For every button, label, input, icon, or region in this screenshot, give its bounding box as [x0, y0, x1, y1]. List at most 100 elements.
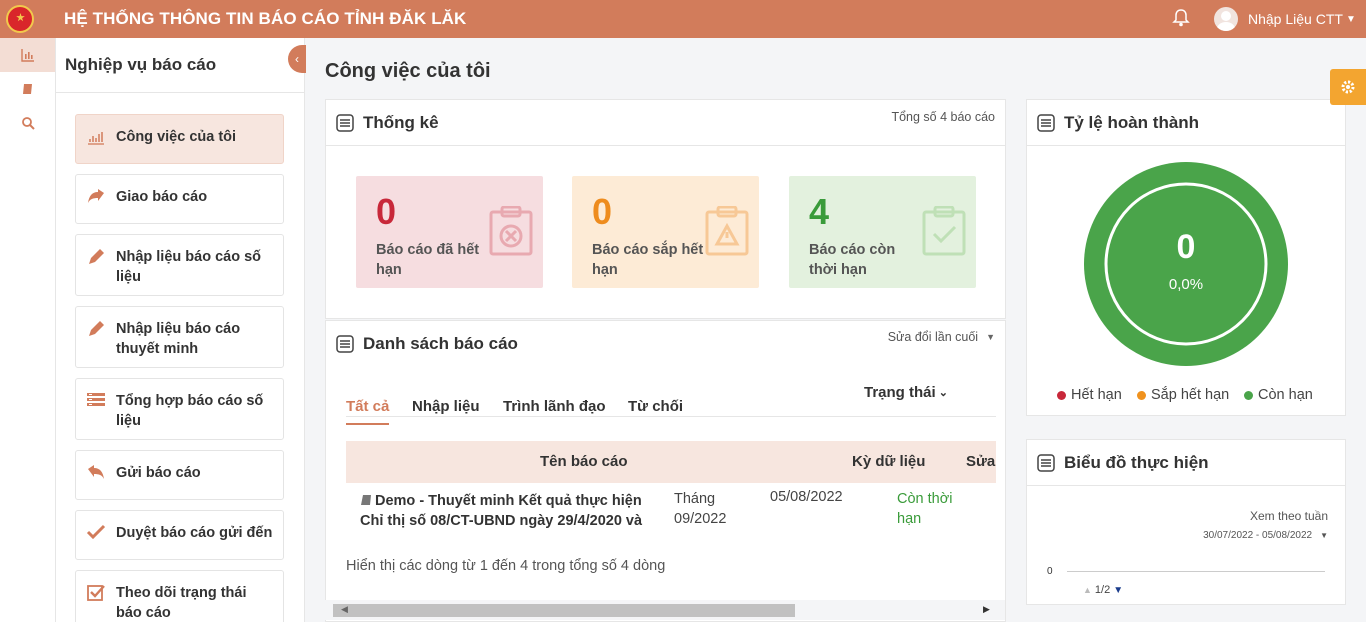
stat-in-time-label: Báo cáo còn thời hạn — [809, 242, 896, 278]
card-icon — [1037, 453, 1055, 472]
stat-due-soon[interactable]: 0 Báo cáo sắp hết hạn — [572, 176, 759, 288]
clipboard-warning-icon — [705, 206, 749, 256]
chevron-down-icon: ▼ — [1320, 531, 1328, 540]
report-list-title: Danh sách báo cáo — [363, 334, 518, 353]
progress-title: Biểu đồ thực hiện — [1064, 452, 1209, 472]
scroll-right-icon[interactable]: ▶ — [983, 604, 990, 615]
sidebar-item-label: Giao báo cáo — [116, 189, 208, 205]
sidebar-item-input-numeric[interactable]: Nhập liệu báo cáo số liệu — [75, 234, 284, 296]
report-date: 05/08/2022 — [770, 489, 843, 505]
legend-label: Còn hạn — [1258, 387, 1313, 403]
pager-next-icon[interactable]: ▼ — [1113, 585, 1123, 596]
book-icon — [22, 84, 32, 94]
tab-leader[interactable]: Trình lãnh đạo — [503, 398, 606, 415]
table-footer: Hiển thị các dòng từ 1 đến 4 trong tổng … — [346, 558, 666, 574]
stats-title: Thống kê — [363, 112, 439, 132]
gear-icon — [1341, 80, 1355, 94]
sidebar-item-label: Nhập liệu báo cáo thuyết minh — [116, 321, 241, 357]
tab-input[interactable]: Nhập liệu — [412, 398, 480, 415]
sidebar-item-label: Theo dõi trạng thái báo cáo — [116, 585, 247, 621]
pencil-icon — [89, 249, 104, 264]
completion-percent: 0,0% — [1168, 276, 1204, 293]
y-axis-zero: 0 — [1047, 566, 1053, 577]
avatar — [1214, 7, 1238, 31]
chart-icon — [88, 132, 104, 145]
bell-icon[interactable] — [1171, 8, 1191, 28]
report-list-card: Danh sách báo cáo Sửa đổi lần cuối ▼ Tất… — [325, 320, 1006, 622]
checkbox-icon — [87, 585, 105, 601]
chevron-down-icon: ▼ — [986, 332, 995, 342]
main-content: Công việc của tôi Thống kê Tổng số 4 báo… — [305, 38, 1366, 622]
emblem-logo — [0, 0, 40, 38]
legend-due-soon[interactable]: Sắp hết hạn — [1137, 387, 1229, 403]
legend-label: Hết hạn — [1071, 387, 1122, 403]
pager-text: 1/2 — [1094, 584, 1111, 596]
settings-button[interactable] — [1330, 69, 1366, 105]
legend-label: Sắp hết hạn — [1151, 387, 1230, 403]
date-range: 30/07/2022 - 05/08/2022 — [1203, 530, 1313, 541]
reply-icon — [88, 465, 104, 479]
chart-baseline — [1067, 571, 1325, 572]
sidebar-title: Nghiệp vụ báo cáo — [56, 38, 304, 93]
rail-item-book[interactable] — [0, 72, 55, 106]
report-status: Còn thời hạn — [897, 491, 953, 527]
view-mode-label: Xem theo tuần — [1249, 509, 1328, 523]
status-filter[interactable]: Trạng thái ⌄ — [864, 384, 948, 401]
sidebar: Nghiệp vụ báo cáo ‹ Công việc của tôi Gi… — [56, 38, 306, 622]
date-range-select[interactable]: 30/07/2022 - 05/08/2022 ▼ — [1203, 530, 1328, 541]
sort-label: Sửa đổi lần cuối — [887, 330, 979, 344]
stat-due-soon-label: Báo cáo sắp hết hạn — [592, 242, 704, 278]
report-period: Tháng 09/2022 — [674, 491, 727, 527]
sidebar-item-send[interactable]: Gửi báo cáo — [75, 450, 284, 500]
app-title: HỆ THỐNG THÔNG TIN BÁO CÁO TỈNH ĐĂK LĂK — [64, 9, 467, 28]
user-menu[interactable]: Nhập Liệu CTT ▼ — [1214, 7, 1356, 31]
icon-rail — [0, 38, 56, 622]
list-icon — [87, 393, 105, 406]
legend-expired[interactable]: Hết hạn — [1057, 387, 1122, 403]
sidebar-item-assign[interactable]: Giao báo cáo — [75, 174, 284, 224]
sidebar-item-track-status[interactable]: Theo dõi trạng thái báo cáo — [75, 570, 284, 622]
completion-value: 0 — [1176, 228, 1196, 266]
search-icon — [21, 117, 35, 130]
pager-prev-icon[interactable]: ▲ — [1083, 585, 1092, 595]
sidebar-item-input-narrative[interactable]: Nhập liệu báo cáo thuyết minh — [75, 306, 284, 368]
clipboard-check-icon — [922, 206, 966, 256]
sidebar-item-label: Gửi báo cáo — [116, 465, 201, 481]
stats-total: Tổng số 4 báo cáo — [891, 110, 995, 124]
sidebar-item-label: Tổng hợp báo cáo số liệu — [116, 393, 264, 429]
pencil-icon — [89, 321, 104, 336]
check-icon — [86, 524, 106, 540]
legend-in-time[interactable]: Còn hạn — [1244, 387, 1313, 403]
table-header: Tên báo cáo Kỳ dữ liệu Sửa — [346, 441, 996, 483]
sidebar-item-summary[interactable]: Tổng hợp báo cáo số liệu — [75, 378, 284, 440]
col-report-name[interactable]: Tên báo cáo — [540, 453, 628, 470]
tab-all[interactable]: Tất cả — [346, 398, 390, 425]
status-filter-label: Trạng thái — [864, 384, 936, 401]
progress-chart-card: Biểu đồ thực hiện Xem theo tuần 30/07/20… — [1026, 439, 1346, 605]
tab-rejected[interactable]: Từ chối — [628, 398, 683, 415]
chart-pager: ▲ 1/2 ▼ — [1083, 584, 1123, 596]
book-icon — [361, 495, 371, 505]
col-modified[interactable]: Sửa — [966, 453, 995, 470]
sidebar-item-my-work[interactable]: Công việc của tôi — [75, 114, 284, 164]
stat-in-time[interactable]: 4 Báo cáo còn thời hạn — [789, 176, 976, 288]
sort-select[interactable]: Sửa đổi lần cuối ▼ — [888, 330, 995, 344]
card-icon — [1037, 113, 1055, 132]
card-icon — [336, 113, 354, 132]
table-row[interactable]: Demo - Thuyết minh Kết quả thực hiện Chỉ… — [346, 486, 996, 541]
scrollbar-thumb[interactable] — [333, 604, 795, 617]
rail-item-search[interactable] — [0, 106, 55, 140]
sidebar-item-approve[interactable]: Duyệt báo cáo gửi đến — [75, 510, 284, 560]
col-period[interactable]: Kỳ dữ liệu — [852, 453, 925, 470]
rail-item-dashboard[interactable] — [0, 38, 55, 72]
completion-card: Tỷ lệ hoàn thành 0 0,0% Hết hạn Sắp hết … — [1026, 99, 1346, 416]
card-icon — [336, 335, 354, 353]
top-bar: HỆ THỐNG THÔNG TIN BÁO CÁO TỈNH ĐĂK LĂK … — [0, 0, 1366, 38]
user-name: Nhập Liệu CTT — [1248, 11, 1343, 27]
stat-expired[interactable]: 0 Báo cáo đã hết hạn — [356, 176, 543, 288]
stats-card: Thống kê Tổng số 4 báo cáo 0 Báo cáo đã … — [325, 99, 1006, 319]
scroll-left-icon[interactable]: ◀ — [341, 604, 348, 615]
sidebar-item-label: Nhập liệu báo cáo số liệu — [116, 249, 262, 285]
stat-expired-label: Báo cáo đã hết hạn — [376, 242, 480, 278]
page-title: Công việc của tôi — [325, 60, 491, 82]
